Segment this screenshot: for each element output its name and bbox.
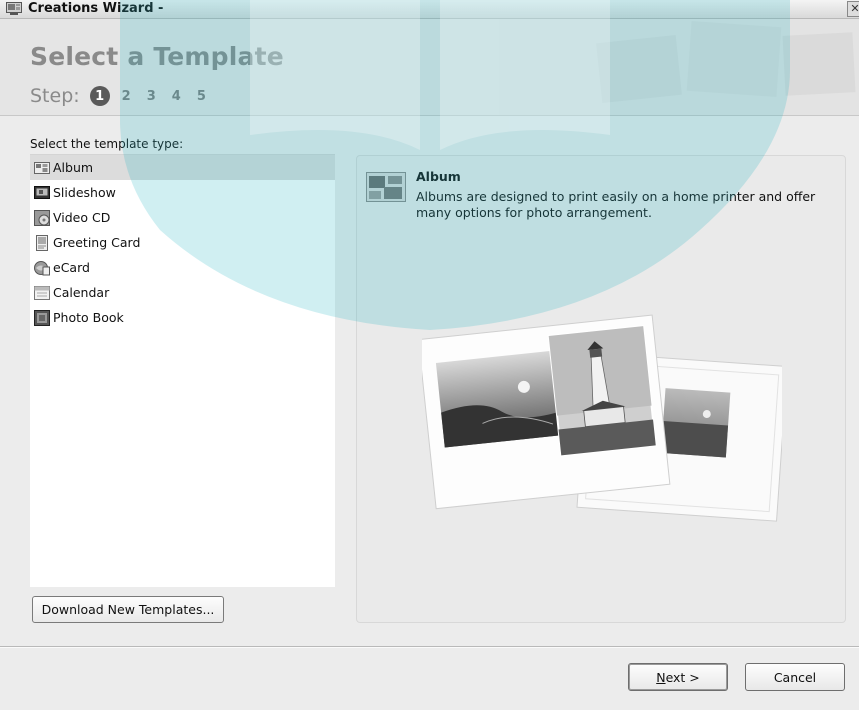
template-type-label: Select the template type: (30, 137, 184, 151)
list-item-label: Slideshow (53, 185, 116, 200)
list-item-label: Greeting Card (53, 235, 141, 250)
close-icon: ✕ (850, 2, 859, 15)
step-2: 2 (121, 88, 131, 104)
footer-separator (0, 646, 859, 648)
list-item-label: Album (53, 160, 94, 175)
app-icon (6, 2, 22, 15)
list-item-photo-book[interactable]: Photo Book (30, 305, 335, 330)
list-item-slideshow[interactable]: Slideshow (30, 180, 335, 205)
album-icon (34, 161, 50, 174)
list-item-label: eCard (53, 260, 90, 275)
list-item-greeting-card[interactable]: Greeting Card (30, 230, 335, 255)
template-preview-panel: Album Albums are designed to print easil… (356, 155, 846, 623)
template-title: Album (416, 169, 461, 184)
close-button[interactable]: ✕ (847, 1, 859, 17)
next-mnemonic: N (656, 670, 666, 685)
ecard-icon (34, 260, 50, 275)
step-3: 3 (146, 88, 156, 104)
template-description: Albums are designed to print easily on a… (416, 189, 816, 220)
greeting-card-icon (36, 234, 48, 251)
photo-book-icon (34, 309, 50, 326)
step-label: Step: (30, 85, 80, 107)
list-item-label: Calendar (53, 285, 110, 300)
video-cd-icon (34, 209, 50, 226)
wizard-header: Select a Template Step: 1 2 3 4 5 (0, 19, 859, 116)
title-bar: Creations Wizard - ✕ (0, 0, 859, 19)
step-4: 4 (171, 88, 181, 104)
template-type-list[interactable]: Album Slideshow Video CD Greeting Card e… (30, 154, 335, 587)
step-current: 1 (89, 86, 110, 106)
page-title: Select a Template (30, 42, 284, 71)
slideshow-icon (34, 185, 50, 199)
list-item-ecard[interactable]: eCard (30, 255, 335, 280)
list-item-label: Video CD (53, 210, 111, 225)
step-5: 5 (196, 88, 206, 104)
download-templates-button[interactable]: Download New Templates... (32, 596, 224, 623)
next-label: ext > (665, 670, 700, 685)
list-item-calendar[interactable]: Calendar (30, 280, 335, 305)
album-preview-image (422, 314, 782, 522)
step-indicator: Step: 1 2 3 4 5 (30, 83, 222, 109)
album-thumbnail-icon (366, 172, 406, 202)
list-item-video-cd[interactable]: Video CD (30, 205, 335, 230)
header-decoration (499, 19, 859, 115)
cancel-button[interactable]: Cancel (745, 663, 845, 691)
window-title: Creations Wizard - (28, 1, 164, 16)
list-item-label: Photo Book (53, 310, 124, 325)
calendar-icon (34, 285, 50, 300)
list-item-album[interactable]: Album (30, 155, 335, 180)
next-button[interactable]: Next > (628, 663, 728, 691)
